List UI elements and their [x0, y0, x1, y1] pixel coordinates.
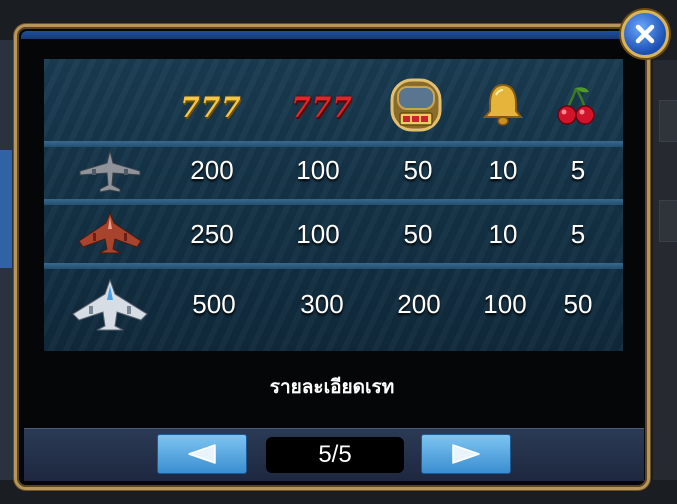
background-cell [659, 100, 677, 142]
payout-value: 250 [190, 219, 234, 249]
arrow-right-icon [452, 444, 480, 464]
payout-value: 200 [190, 155, 234, 185]
payout-value: 100 [483, 289, 527, 319]
next-page-button[interactable] [421, 434, 511, 474]
payout-value: 100 [296, 219, 340, 249]
paytable: 777 777 200 100 50 10 5 250 100 50 10 5 … [44, 59, 623, 351]
background-right-panel [653, 60, 677, 480]
payout-value: 50 [563, 289, 593, 319]
close-button[interactable] [621, 10, 669, 58]
payout-value: 100 [296, 155, 340, 185]
payout-value: 500 [192, 289, 236, 319]
gray-bomber-plane-icon [74, 147, 146, 195]
row-divider [44, 263, 623, 269]
slot-machine-icon [388, 75, 444, 135]
payout-value: 5 [570, 219, 586, 249]
page-indicator: 5/5 [266, 437, 404, 473]
row-divider [44, 199, 623, 205]
background-cell [659, 200, 677, 242]
payout-value: 10 [488, 219, 518, 249]
gold-777-icon: 777 [180, 90, 242, 124]
red-777-icon: 777 [291, 90, 353, 124]
white-spaceship-icon [70, 277, 150, 333]
red-fighter-jet-icon [74, 209, 146, 257]
payout-value: 10 [488, 155, 518, 185]
arrow-left-icon [188, 444, 216, 464]
payout-value: 50 [403, 219, 433, 249]
prev-page-button[interactable] [157, 434, 247, 474]
payout-value: 5 [570, 155, 586, 185]
cherry-icon [556, 83, 596, 129]
payout-value: 200 [397, 289, 441, 319]
bell-icon [480, 79, 526, 129]
background-left-tab [0, 150, 12, 268]
close-x-icon [635, 24, 655, 44]
payout-value: 50 [403, 155, 433, 185]
dialog-header-strip [21, 31, 643, 39]
payout-value: 300 [300, 289, 344, 319]
rate-details-label: รายละเอียดเรท [269, 376, 395, 398]
